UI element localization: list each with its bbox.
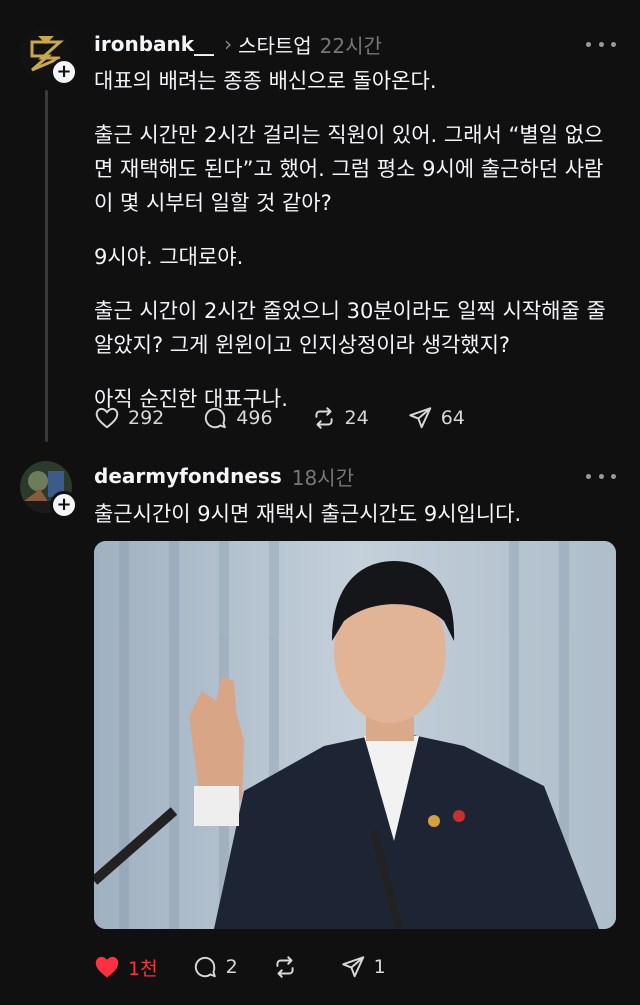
like-button[interactable]: 292 — [94, 405, 164, 431]
thread-connector-line — [45, 90, 48, 442]
repost-icon — [314, 407, 333, 429]
share-icon — [408, 407, 431, 429]
post-image[interactable] — [94, 541, 616, 929]
avatar-dearmyfondness[interactable]: + — [20, 461, 78, 519]
chevron-right-icon: › — [224, 32, 233, 56]
reply-count: 496 — [236, 407, 273, 429]
reply-button[interactable]: 2 — [192, 954, 238, 980]
topic-tag[interactable]: 스타트업 — [238, 30, 312, 59]
share-button[interactable]: 64 — [407, 405, 465, 431]
post-paragraph: 대표의 배려는 종종 배신으로 돌아온다. — [94, 69, 437, 93]
post-header: ironbank__ › 스타트업 22시간 — [94, 29, 382, 59]
like-count: 292 — [128, 407, 165, 429]
comment-icon — [194, 956, 216, 978]
post-paragraph: 출근 시간만 2시간 걸리는 직원이 있어. 그래서 “별일 없으면 재택해도 … — [94, 123, 604, 215]
post-paragraph: 출근시간이 9시면 재택시 출근시간도 9시입니다. — [94, 502, 522, 526]
timestamp: 18시간 — [291, 465, 354, 490]
repost-button[interactable]: 24 — [311, 405, 369, 431]
follow-plus-icon[interactable]: + — [50, 491, 78, 519]
heart-icon — [95, 407, 119, 429]
repost-button[interactable] — [272, 954, 306, 980]
threads-feed: + ironbank__ › 스타트업 22시간 대표의 배려는 종종 배신으로… — [0, 0, 640, 1005]
more-icon[interactable] — [586, 34, 616, 54]
comment-icon — [205, 407, 226, 429]
reply-count: 2 — [225, 956, 238, 978]
heart-icon — [95, 956, 119, 978]
timestamp: 22시간 — [319, 33, 382, 58]
post-paragraph: 9시야. 그대로야. — [94, 245, 244, 269]
avatar-ironbank[interactable]: + — [20, 28, 78, 86]
action-bar: 1천 2 1 — [94, 952, 424, 982]
post-paragraph: 출근 시간이 2시간 줄었으니 30분이라도 일찍 시작해줄 줄 알았지? 그게… — [94, 299, 606, 357]
follow-plus-icon[interactable]: + — [50, 58, 78, 86]
action-bar: 292 496 24 64 — [94, 403, 503, 433]
reply-button[interactable]: 496 — [202, 405, 273, 431]
username[interactable]: dearmyfondness — [94, 464, 282, 488]
man-in-suit-at-podium-photo — [94, 541, 616, 929]
more-icon[interactable] — [586, 466, 616, 486]
like-count: 1천 — [128, 957, 158, 980]
share-count: 1 — [373, 956, 386, 978]
like-button[interactable]: 1천 — [94, 954, 158, 981]
repost-count: 24 — [344, 407, 369, 429]
share-icon — [341, 956, 364, 978]
username[interactable]: ironbank__ — [94, 32, 214, 56]
share-count: 64 — [440, 407, 465, 429]
share-button[interactable]: 1 — [340, 954, 386, 980]
repost-icon — [276, 956, 294, 978]
post-header: dearmyfondness 18시간 — [94, 461, 354, 491]
post-body: 대표의 배려는 종종 배신으로 돌아온다. 출근 시간만 2시간 걸리는 직원이… — [94, 64, 614, 436]
